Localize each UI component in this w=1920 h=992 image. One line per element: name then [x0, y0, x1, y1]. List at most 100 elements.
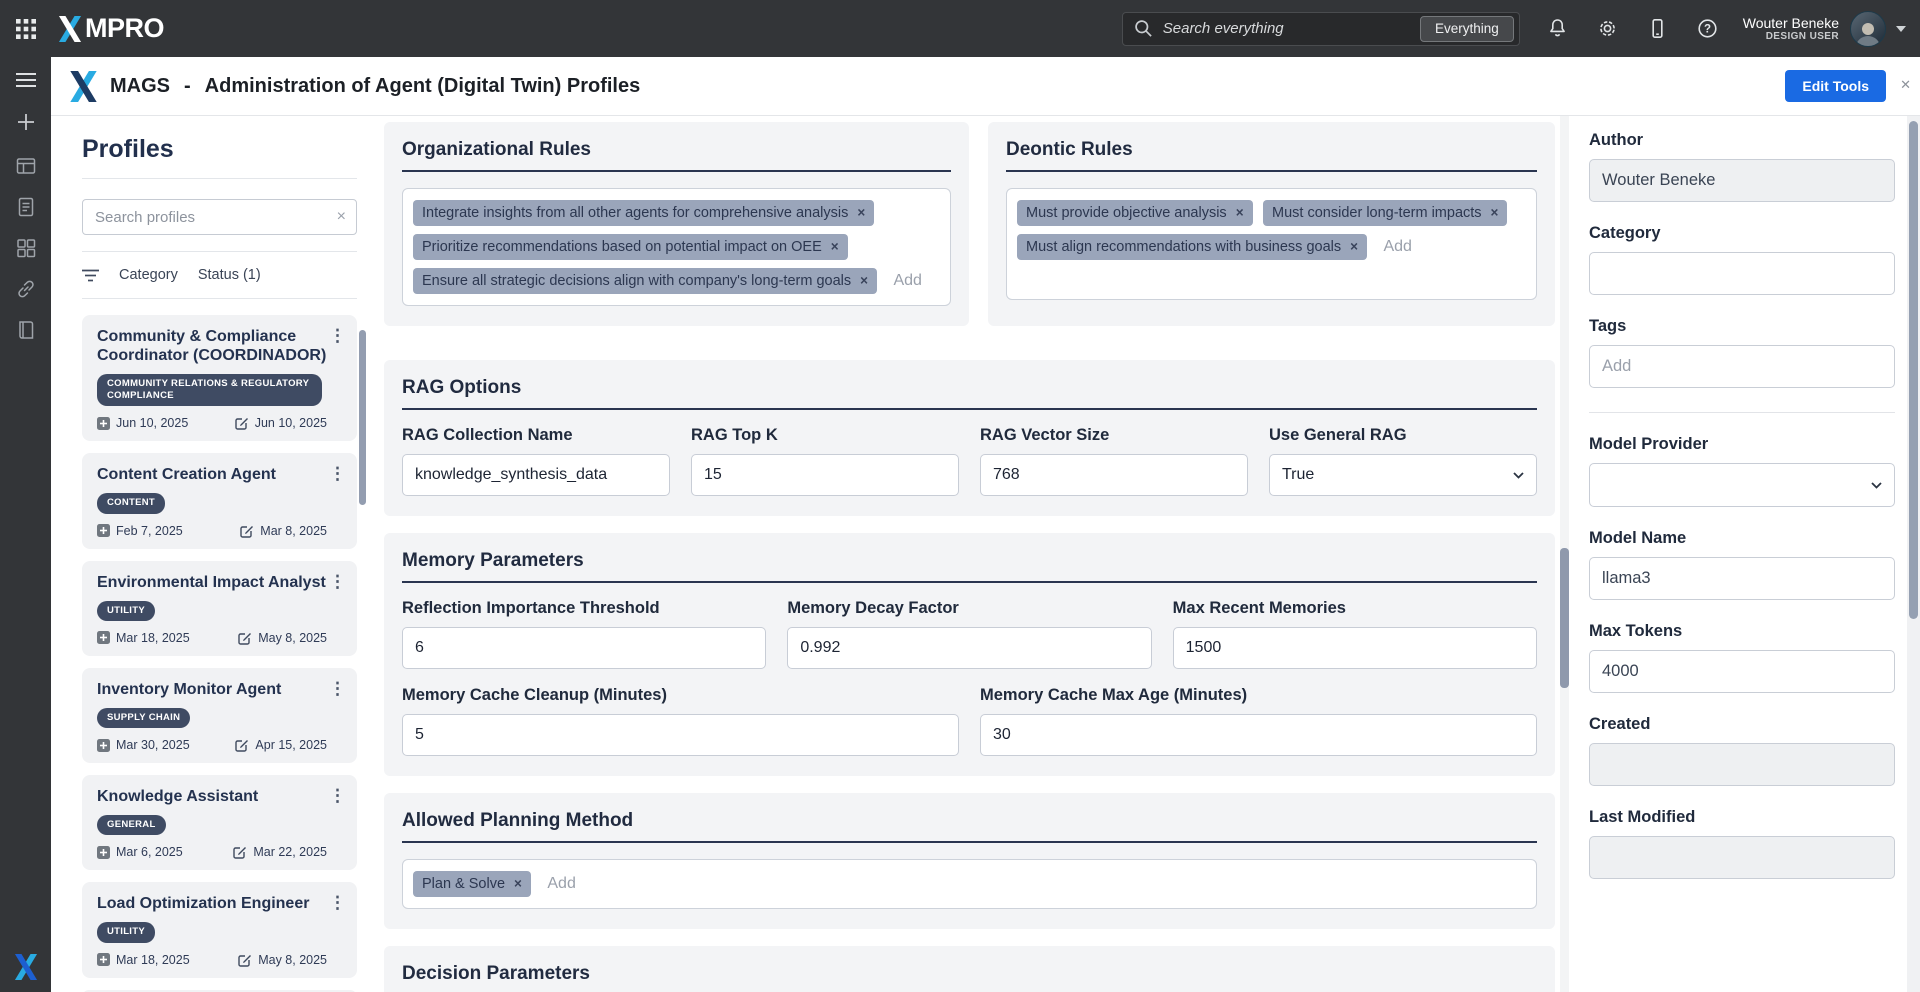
- profile-name[interactable]: Environmental Impact Analyst: [97, 574, 329, 593]
- modified-date: May 8, 2025: [238, 631, 327, 645]
- notifications-bell-icon[interactable]: [1546, 17, 1569, 40]
- filter-status[interactable]: Status (1): [198, 267, 261, 283]
- sidebar-scrollbar[interactable]: [359, 330, 366, 505]
- model-provider-select[interactable]: [1589, 463, 1895, 507]
- menu-hamburger-icon[interactable]: [16, 73, 36, 87]
- max-recent-memories-input[interactable]: [1173, 627, 1537, 669]
- main-scrollbar-thumb[interactable]: [1560, 548, 1569, 688]
- profile-name[interactable]: Inventory Monitor Agent: [97, 681, 329, 700]
- profile-name[interactable]: Load Optimization Engineer: [97, 895, 329, 914]
- profile-card[interactable]: Content Creation Agent ⋮ CONTENT Feb 7, …: [82, 453, 357, 548]
- edit-pencil-icon: [238, 953, 252, 967]
- app-launcher-button[interactable]: [0, 0, 51, 57]
- main-scrollbar-track[interactable]: [1560, 116, 1569, 992]
- remove-chip-icon[interactable]: ×: [860, 274, 868, 288]
- profile-name[interactable]: Content Creation Agent: [97, 466, 329, 485]
- svg-text:?: ?: [1704, 24, 1711, 36]
- model-name-input[interactable]: [1589, 557, 1895, 600]
- document-icon[interactable]: [15, 196, 37, 218]
- tags-input[interactable]: [1589, 345, 1895, 388]
- link-icon[interactable]: [15, 278, 37, 300]
- profile-search: ×: [82, 199, 357, 235]
- profile-name[interactable]: Knowledge Assistant: [97, 788, 329, 807]
- settings-gear-icon[interactable]: [1596, 17, 1619, 40]
- rule-chip[interactable]: Must provide objective analysis ×: [1017, 200, 1253, 226]
- modules-blocks-icon[interactable]: [15, 237, 37, 259]
- page-scrollbar-track[interactable]: [1907, 116, 1920, 992]
- rag-top-k-input[interactable]: [691, 454, 959, 496]
- cache-cleanup-input[interactable]: [402, 714, 959, 756]
- filter-category[interactable]: Category: [119, 267, 178, 283]
- profile-editor: Organizational Rules Integrate insights …: [384, 116, 1555, 992]
- help-icon[interactable]: ?: [1696, 17, 1719, 40]
- remove-chip-icon[interactable]: ×: [514, 877, 522, 891]
- profile-card[interactable]: Community & Compliance Coordinator (COOR…: [82, 315, 357, 441]
- edit-tools-button[interactable]: Edit Tools: [1785, 70, 1886, 102]
- kebab-menu-icon[interactable]: ⋮: [329, 327, 346, 344]
- kebab-menu-icon[interactable]: ⋮: [329, 573, 346, 590]
- kebab-menu-icon[interactable]: ⋮: [329, 465, 346, 482]
- add-rule-placeholder[interactable]: Add: [1383, 238, 1411, 255]
- remove-chip-icon[interactable]: ×: [1491, 206, 1499, 220]
- profile-card[interactable]: Inventory Monitor Agent ⋮ SUPPLY CHAIN M…: [82, 668, 357, 763]
- created-plus-icon: [97, 953, 110, 966]
- profile-dates: Mar 18, 2025 May 8, 2025: [97, 953, 327, 967]
- profile-name[interactable]: Community & Compliance Coordinator (COOR…: [97, 328, 329, 366]
- profile-card[interactable]: Load Optimization Engineer ⋮ UTILITY Mar…: [82, 882, 357, 977]
- max-tokens-input[interactable]: [1589, 650, 1895, 693]
- organizational-rules-input[interactable]: Integrate insights from all other agents…: [402, 188, 951, 306]
- xmpro-logo[interactable]: MPRO: [57, 13, 164, 44]
- add-rule-placeholder[interactable]: Add: [893, 272, 921, 289]
- planning-method-chip[interactable]: Plan & Solve ×: [413, 871, 531, 897]
- profile-search-input[interactable]: [95, 209, 337, 226]
- rule-chip[interactable]: Ensure all strategic decisions align wit…: [413, 268, 877, 294]
- reflection-threshold-input[interactable]: [402, 627, 766, 669]
- add-method-placeholder[interactable]: Add: [547, 875, 575, 892]
- library-book-icon[interactable]: [15, 319, 37, 341]
- clear-search-icon[interactable]: ×: [337, 209, 346, 225]
- user-dropdown-caret-icon[interactable]: [1896, 26, 1906, 32]
- remove-chip-icon[interactable]: ×: [1236, 206, 1244, 220]
- rule-chip[interactable]: Must align recommendations with business…: [1017, 234, 1367, 260]
- cache-cleanup-field: Memory Cache Cleanup (Minutes): [402, 686, 959, 756]
- deontic-rules-section: Deontic Rules Must provide objective ana…: [988, 122, 1555, 326]
- remove-chip-icon[interactable]: ×: [857, 206, 865, 220]
- planning-method-input[interactable]: Plan & Solve × Add: [402, 859, 1537, 909]
- page-scrollbar-thumb[interactable]: [1909, 121, 1918, 619]
- created-date: Mar 18, 2025: [97, 631, 190, 645]
- rag-collection-input[interactable]: [402, 454, 670, 496]
- kebab-menu-icon[interactable]: ⋮: [329, 680, 346, 697]
- user-menu[interactable]: Wouter Beneke DESIGN USER: [1743, 15, 1839, 42]
- xmpro-logo-text: MPRO: [85, 13, 164, 44]
- cache-max-age-input[interactable]: [980, 714, 1537, 756]
- rag-vector-size-input[interactable]: [980, 454, 1248, 496]
- close-icon[interactable]: ✕: [1900, 77, 1911, 93]
- kebab-menu-icon[interactable]: ⋮: [329, 787, 346, 804]
- xmpro-x-icon: [57, 15, 83, 43]
- rule-chip[interactable]: Prioritize recommendations based on pote…: [413, 234, 848, 260]
- kebab-menu-icon[interactable]: ⋮: [329, 894, 346, 911]
- category-badge: UTILITY: [97, 601, 155, 621]
- add-new-icon[interactable]: [17, 113, 35, 131]
- filter-icon[interactable]: [82, 269, 99, 282]
- profile-card[interactable]: Knowledge Assistant ⋮ GENERAL Mar 6, 202…: [82, 775, 357, 870]
- search-scope-button[interactable]: Everything: [1420, 16, 1514, 42]
- rules-row: Organizational Rules Integrate insights …: [384, 122, 1555, 343]
- profile-card[interactable]: Environmental Impact Analyst ⋮ UTILITY M…: [82, 561, 357, 656]
- memory-decay-input[interactable]: [787, 627, 1151, 669]
- profile-dates: Feb 7, 2025 Mar 8, 2025: [97, 524, 327, 538]
- created-date: Mar 18, 2025: [97, 953, 190, 967]
- rule-chip[interactable]: Must consider long-term impacts ×: [1263, 200, 1507, 226]
- use-general-rag-select[interactable]: True: [1269, 454, 1537, 496]
- xmpro-x-logo-bottom[interactable]: [13, 954, 39, 980]
- global-search-input[interactable]: [1163, 20, 1420, 37]
- remove-chip-icon[interactable]: ×: [831, 240, 839, 254]
- mobile-device-icon[interactable]: [1646, 17, 1669, 40]
- avatar[interactable]: [1850, 11, 1886, 47]
- category-input[interactable]: [1589, 252, 1895, 295]
- rag-top-k-field: RAG Top K: [691, 426, 959, 496]
- rule-chip[interactable]: Integrate insights from all other agents…: [413, 200, 874, 226]
- deontic-rules-input[interactable]: Must provide objective analysis × Must c…: [1006, 188, 1537, 300]
- remove-chip-icon[interactable]: ×: [1350, 240, 1358, 254]
- dashboard-icon[interactable]: [15, 155, 37, 177]
